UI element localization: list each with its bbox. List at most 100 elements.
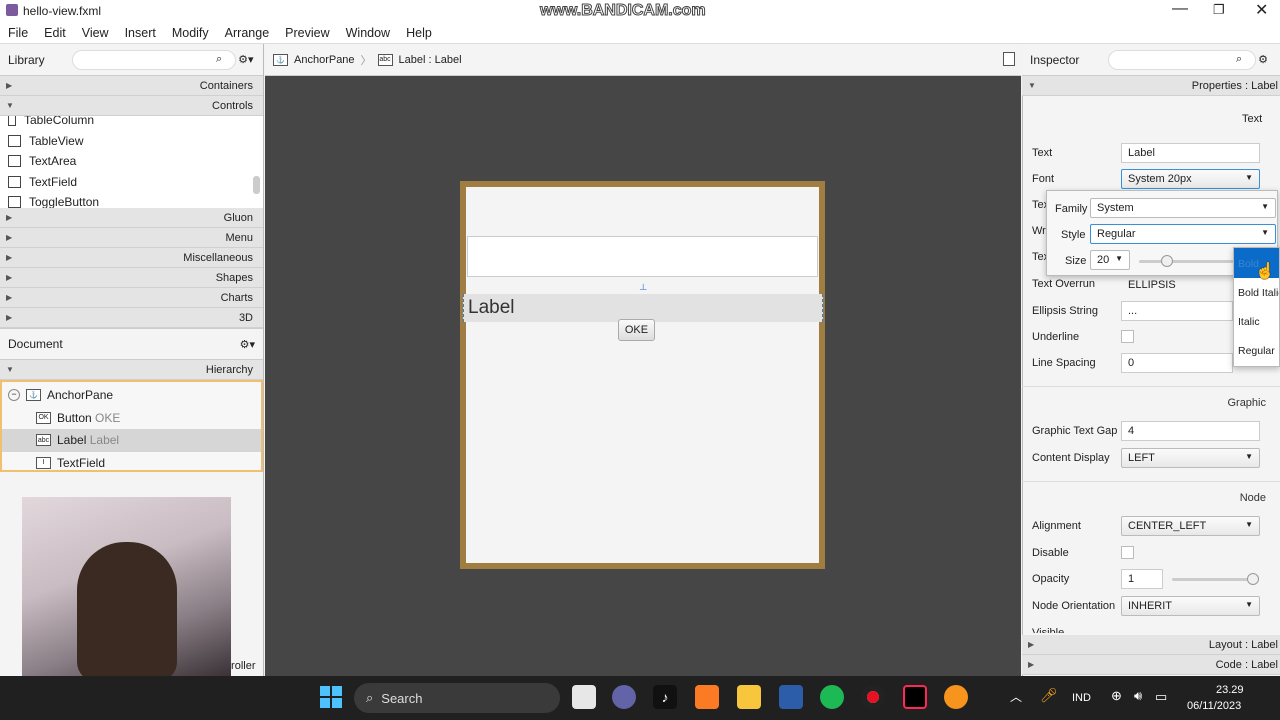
collapse-circle-icon[interactable]: − bbox=[8, 389, 20, 402]
family-combo[interactable]: System ▼ bbox=[1090, 198, 1276, 218]
tray-chevron-icon[interactable]: ︿ bbox=[1010, 688, 1022, 705]
section-miscellaneous[interactable]: ▶ Miscellaneous bbox=[0, 248, 263, 268]
opacity-field[interactable]: 1 bbox=[1121, 569, 1163, 589]
language-indicator[interactable]: IND bbox=[1072, 692, 1091, 704]
clock-date[interactable]: 06/11/2023 bbox=[1187, 700, 1241, 712]
family-label: Family bbox=[1055, 203, 1088, 215]
tree-item-label[interactable]: abc Label Label bbox=[2, 429, 261, 452]
section-charts[interactable]: ▶ Charts bbox=[0, 288, 263, 308]
menu-bar: File Edit View Insert Modify Arrange Preview Wi… bbox=[0, 22, 1280, 44]
tree-item-button[interactable]: OK Button OKE bbox=[2, 407, 261, 430]
tiktok-icon[interactable]: ♪ bbox=[653, 685, 677, 709]
label-preview-text: Label bbox=[468, 297, 515, 318]
volume-icon[interactable]: 🔊︎ bbox=[1134, 688, 1142, 704]
style-option-bold-italic[interactable]: Bold Italic bbox=[1234, 278, 1279, 307]
folder-icon[interactable] bbox=[737, 685, 761, 709]
underline-checkbox[interactable] bbox=[1121, 330, 1134, 343]
library-scrollbar[interactable] bbox=[253, 176, 260, 194]
gap-field[interactable]: 4 bbox=[1121, 421, 1260, 441]
tree-item-anchorpane[interactable]: − ⚓ AnchorPane bbox=[2, 384, 261, 407]
settings-gear-icon[interactable]: ⚙▾ bbox=[238, 53, 253, 66]
section-gluon[interactable]: ▶ Gluon bbox=[0, 208, 263, 228]
section-3d[interactable]: ▶ 3D bbox=[0, 308, 263, 328]
list-item-textfield[interactable]: TextField bbox=[0, 172, 263, 193]
microphone-icon[interactable]: 🎤︎ bbox=[1040, 687, 1058, 704]
section-controls[interactable]: ▼ Controls bbox=[0, 96, 263, 116]
properties-header[interactable]: ▼ Properties : Label bbox=[1022, 76, 1280, 96]
section-shapes[interactable]: ▶ Shapes bbox=[0, 268, 263, 288]
text-prop-field[interactable]: Label bbox=[1121, 143, 1260, 163]
battery-icon[interactable]: ▭ bbox=[1155, 689, 1167, 705]
line-spacing-field[interactable]: 0 bbox=[1121, 353, 1233, 373]
size-slider-thumb[interactable] bbox=[1161, 255, 1173, 267]
breadcrumb-anchorpane[interactable]: AnchorPane bbox=[294, 54, 355, 66]
layout-footer[interactable]: ▶ Layout : Label bbox=[1022, 635, 1280, 655]
orientation-label: Node Orientation bbox=[1032, 600, 1116, 612]
list-item-tableview[interactable]: TableView bbox=[0, 131, 263, 152]
menu-view[interactable]: View bbox=[74, 22, 117, 40]
list-item-tablecolumn[interactable]: TableColumn bbox=[0, 116, 263, 131]
button-preview[interactable]: OKE bbox=[618, 319, 655, 341]
inspector-search-input[interactable] bbox=[1108, 49, 1256, 70]
search-icon[interactable]: ⌕ bbox=[216, 53, 222, 66]
style-option-regular[interactable]: Regular bbox=[1234, 336, 1279, 365]
style-combo[interactable]: Regular ▼ bbox=[1090, 224, 1276, 244]
size-slider-track[interactable] bbox=[1139, 255, 1239, 267]
menu-insert[interactable]: Insert bbox=[117, 22, 164, 40]
inspector-search-icon[interactable]: ⌕ bbox=[1236, 53, 1242, 66]
opacity-slider-track[interactable] bbox=[1172, 573, 1259, 585]
alignment-combo[interactable]: CENTER_LEFT ▼ bbox=[1121, 516, 1260, 536]
controller-section-partial[interactable]: troller bbox=[228, 660, 256, 672]
textfield-preview[interactable] bbox=[467, 236, 818, 277]
section-hierarchy[interactable]: ▼ Hierarchy bbox=[0, 360, 263, 380]
minimize-icon[interactable]: — bbox=[1172, 0, 1188, 18]
document-icon[interactable] bbox=[1003, 52, 1015, 66]
menu-arrange[interactable]: Arrange bbox=[217, 22, 277, 40]
font-prop-combo[interactable]: System 20px ▼ bbox=[1121, 169, 1260, 189]
library-search-input[interactable] bbox=[72, 49, 236, 70]
section-menu[interactable]: ▶ Menu bbox=[0, 228, 263, 248]
breadcrumb-label[interactable]: Label : Label bbox=[399, 54, 462, 66]
label-preview[interactable]: Label bbox=[463, 294, 823, 322]
menu-edit[interactable]: Edit bbox=[36, 22, 74, 40]
alignment-label: Alignment bbox=[1032, 520, 1081, 532]
section-containers[interactable]: ▶ Containers bbox=[0, 76, 263, 96]
content-display-combo[interactable]: LEFT ▼ bbox=[1121, 448, 1260, 468]
menu-preview[interactable]: Preview bbox=[277, 22, 337, 40]
file-explorer-icon[interactable] bbox=[572, 685, 596, 709]
document-gear-icon[interactable]: ⚙▾ bbox=[240, 338, 255, 351]
window-title: hello-view.fxml bbox=[23, 4, 102, 18]
ellipsis-field[interactable]: ... bbox=[1121, 301, 1233, 321]
visual-paradigm-icon[interactable] bbox=[779, 685, 803, 709]
record-icon[interactable] bbox=[861, 685, 885, 709]
list-item-textarea[interactable]: TextArea bbox=[0, 151, 263, 172]
windows-start-icon[interactable] bbox=[320, 686, 342, 708]
maximize-icon[interactable]: ❐ bbox=[1213, 2, 1225, 18]
menu-window[interactable]: Window bbox=[338, 22, 398, 40]
menu-modify[interactable]: Modify bbox=[164, 22, 217, 40]
teams-icon[interactable] bbox=[612, 685, 636, 709]
section-graphic-title: Graphic bbox=[1022, 386, 1280, 412]
spotify-icon[interactable] bbox=[820, 685, 844, 709]
taskbar-search-input[interactable]: ⌕ Search bbox=[354, 683, 560, 713]
menu-help[interactable]: Help bbox=[398, 22, 440, 40]
disable-checkbox[interactable] bbox=[1121, 546, 1134, 559]
xampp-icon[interactable] bbox=[695, 685, 719, 709]
list-item-togglebutton[interactable]: ToggleButton bbox=[0, 192, 263, 208]
chevron-down-icon: ▼ bbox=[1261, 228, 1269, 237]
content-display-label: Content Display bbox=[1032, 452, 1110, 464]
tree-item-textfield[interactable]: I TextField bbox=[2, 452, 261, 475]
style-option-italic[interactable]: Italic bbox=[1234, 307, 1279, 336]
intellij-icon[interactable] bbox=[903, 685, 927, 709]
inspector-gear-icon[interactable]: ⚙ bbox=[1258, 53, 1268, 66]
clock-time[interactable]: 23.29 bbox=[1216, 684, 1244, 696]
size-combo[interactable]: 20 ▼ bbox=[1090, 250, 1130, 270]
scenebuilder-icon[interactable] bbox=[944, 685, 968, 709]
overrun-value[interactable]: ELLIPSIS bbox=[1128, 279, 1176, 291]
code-footer[interactable]: ▶ Code : Label bbox=[1022, 655, 1280, 675]
close-icon[interactable]: ✕ bbox=[1255, 0, 1268, 20]
network-icon[interactable]: ⊕ bbox=[1111, 688, 1122, 704]
menu-file[interactable]: File bbox=[0, 22, 36, 40]
orientation-combo[interactable]: INHERIT ▼ bbox=[1121, 596, 1260, 616]
opacity-slider-thumb[interactable] bbox=[1247, 573, 1259, 585]
